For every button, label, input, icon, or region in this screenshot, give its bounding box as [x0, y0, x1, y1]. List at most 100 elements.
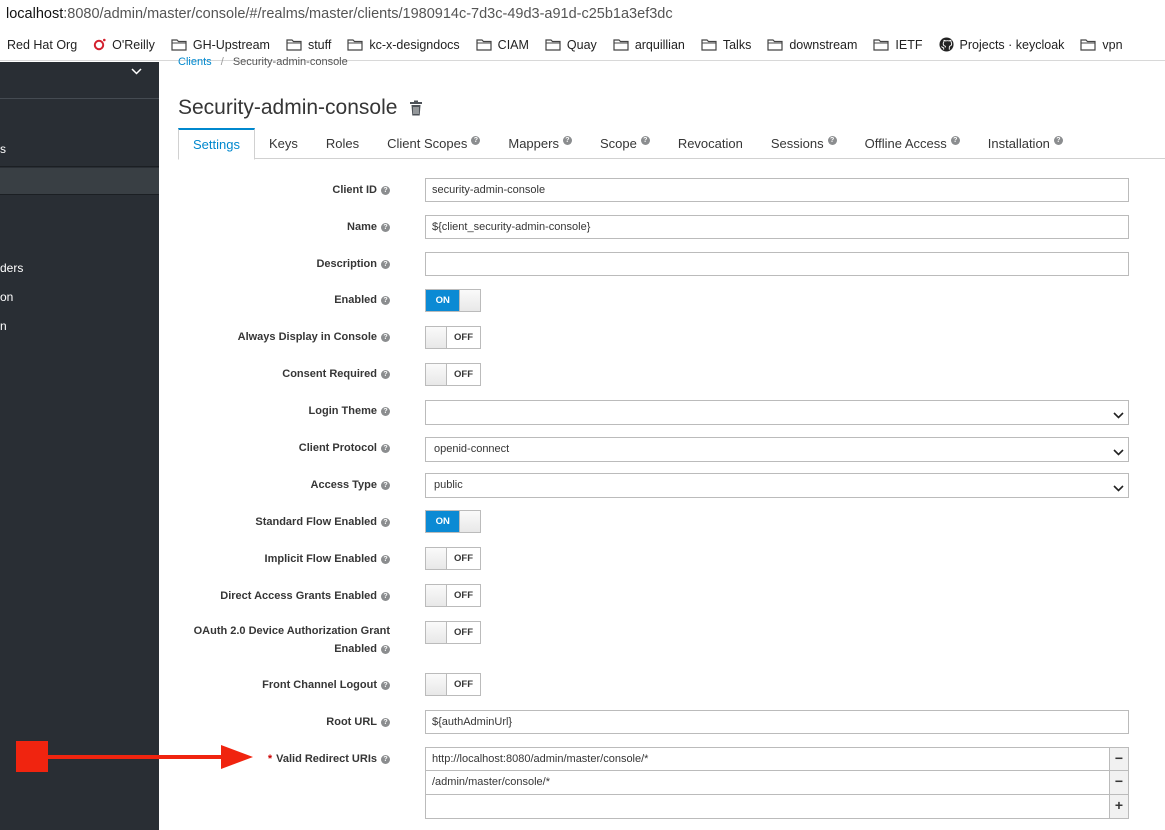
help-icon[interactable]: ?	[562, 136, 572, 145]
remove-uri-button[interactable]: −	[1109, 771, 1129, 795]
bookmark-quay[interactable]: Quay	[545, 38, 597, 52]
bookmark-gh-upstream[interactable]: GH-Upstream	[171, 38, 270, 52]
chevron-down-icon[interactable]	[131, 65, 142, 79]
toggle-knob	[426, 327, 447, 348]
trash-icon[interactable]	[409, 100, 423, 116]
always-display-toggle[interactable]: OFF	[425, 326, 481, 349]
divider	[0, 98, 159, 99]
remove-uri-button[interactable]: −	[1109, 747, 1129, 771]
login-theme-select[interactable]	[425, 400, 1129, 425]
toggle-knob	[459, 290, 480, 311]
client-id-input[interactable]: security-admin-console	[425, 178, 1129, 202]
redirect-uri-input[interactable]: /admin/master/console/*	[425, 771, 1109, 795]
help-icon[interactable]: ?	[381, 517, 390, 527]
redirect-uris-label: * Valid Redirect URIs?	[268, 750, 390, 768]
tab-settings[interactable]: Settings	[178, 128, 255, 160]
folder-icon	[545, 38, 561, 51]
select-value: public	[434, 479, 463, 491]
help-icon[interactable]: ?	[381, 591, 390, 601]
sidebar-item-partial[interactable]: s	[0, 142, 6, 156]
sidebar-item-selected[interactable]	[0, 168, 159, 194]
redirect-uri-input[interactable]: http://localhost:8080/admin/master/conso…	[425, 747, 1109, 771]
bookmark-ietf[interactable]: IETF	[873, 38, 923, 52]
help-icon[interactable]: ?	[471, 136, 481, 145]
oreilly-icon	[93, 38, 106, 51]
description-input[interactable]	[425, 252, 1129, 276]
help-icon[interactable]: ?	[381, 480, 390, 490]
help-icon[interactable]: ?	[381, 717, 390, 727]
bookmark-stuff[interactable]: stuff	[286, 38, 331, 52]
help-icon[interactable]: ?	[381, 332, 390, 342]
bookmark-oreilly[interactable]: O'Reilly	[93, 38, 155, 52]
consent-required-toggle[interactable]: OFF	[425, 363, 481, 386]
bookmark-ciam[interactable]: CIAM	[476, 38, 529, 52]
help-icon[interactable]: ?	[381, 222, 390, 232]
redirect-uri-row: http://localhost:8080/admin/master/conso…	[425, 747, 1129, 771]
help-icon[interactable]: ?	[381, 369, 390, 379]
help-icon[interactable]: ?	[381, 554, 390, 564]
address-bar[interactable]: localhost:8080/admin/master/console/#/re…	[0, 0, 1165, 29]
tab-mappers[interactable]: Mappers?	[494, 128, 586, 159]
client-protocol-select[interactable]: openid-connect	[425, 437, 1129, 462]
sidebar-item-authentication[interactable]: on	[0, 290, 13, 304]
description-label: Description?	[316, 255, 390, 273]
breadcrumb-clients-link[interactable]: Clients	[178, 56, 212, 68]
folder-icon	[613, 38, 629, 51]
bookmark-arquillian[interactable]: arquillian	[613, 38, 685, 52]
add-uri-button[interactable]: +	[1109, 795, 1129, 819]
standard-flow-toggle[interactable]: ON	[425, 510, 481, 533]
tab-revocation[interactable]: Revocation	[664, 128, 757, 159]
tab-client-scopes[interactable]: Client Scopes?	[373, 128, 494, 159]
tab-sessions[interactable]: Sessions?	[757, 128, 851, 159]
toggle-state: ON	[426, 511, 460, 532]
toggle-knob	[459, 511, 480, 532]
redirect-uri-new-input[interactable]	[425, 795, 1109, 819]
name-input[interactable]: ${client_security-admin-console}	[425, 215, 1129, 239]
direct-access-toggle[interactable]: OFF	[425, 584, 481, 607]
tab-installation[interactable]: Installation?	[974, 128, 1077, 159]
root-url-input[interactable]: ${authAdminUrl}	[425, 710, 1129, 734]
access-type-select[interactable]: public	[425, 473, 1129, 498]
toggle-state: ON	[426, 290, 460, 311]
implicit-flow-toggle[interactable]: OFF	[425, 547, 481, 570]
bookmark-talks[interactable]: Talks	[701, 38, 751, 52]
redirect-uri-row: /admin/master/console/* −	[425, 771, 1129, 795]
device-auth-toggle[interactable]: OFF	[425, 621, 481, 644]
toggle-state: OFF	[454, 332, 473, 343]
help-icon[interactable]: ?	[827, 136, 837, 145]
help-icon[interactable]: ?	[381, 185, 390, 195]
help-icon[interactable]: ?	[1053, 136, 1063, 145]
help-icon[interactable]: ?	[950, 136, 960, 145]
help-icon[interactable]: ?	[381, 644, 390, 654]
main-content: Clients / Security-admin-console Securit…	[160, 56, 1165, 830]
help-icon[interactable]: ?	[640, 136, 650, 145]
tab-roles[interactable]: Roles	[312, 128, 373, 159]
bookmark-projects-keycloak[interactable]: Projects · keycloak	[938, 37, 1064, 52]
enabled-toggle[interactable]: ON	[425, 289, 481, 312]
breadcrumb-separator: /	[220, 56, 224, 68]
tab-offline-access[interactable]: Offline Access?	[851, 128, 974, 159]
sidebar-item-partial-n[interactable]: n	[0, 319, 7, 333]
breadcrumb-current: Security-admin-console	[232, 56, 348, 68]
bookmark-vpn[interactable]: vpn	[1080, 38, 1123, 52]
bookmark-red-hat-org[interactable]: Red Hat Org	[7, 38, 77, 52]
select-value: openid-connect	[434, 443, 510, 455]
url-host: localhost	[6, 6, 64, 22]
folder-icon	[476, 38, 492, 51]
toggle-state: OFF	[454, 369, 473, 380]
bookmark-downstream[interactable]: downstream	[767, 38, 857, 52]
help-icon[interactable]: ?	[381, 259, 390, 269]
help-icon[interactable]: ?	[381, 295, 390, 305]
tab-scope[interactable]: Scope?	[586, 128, 664, 159]
tab-bar: Settings Keys Roles Client Scopes? Mappe…	[178, 128, 1165, 160]
toggle-knob	[426, 585, 447, 606]
toggle-knob	[426, 674, 447, 695]
bookmark-kc-x-designdocs[interactable]: kc-x-designdocs	[347, 38, 460, 52]
help-icon[interactable]: ?	[381, 443, 390, 453]
help-icon[interactable]: ?	[381, 680, 390, 690]
front-channel-toggle[interactable]: OFF	[425, 673, 481, 696]
help-icon[interactable]: ?	[381, 406, 390, 416]
tab-keys[interactable]: Keys	[255, 128, 312, 159]
sidebar-item-providers[interactable]: ders	[0, 261, 23, 275]
help-icon[interactable]: ?	[381, 754, 390, 764]
